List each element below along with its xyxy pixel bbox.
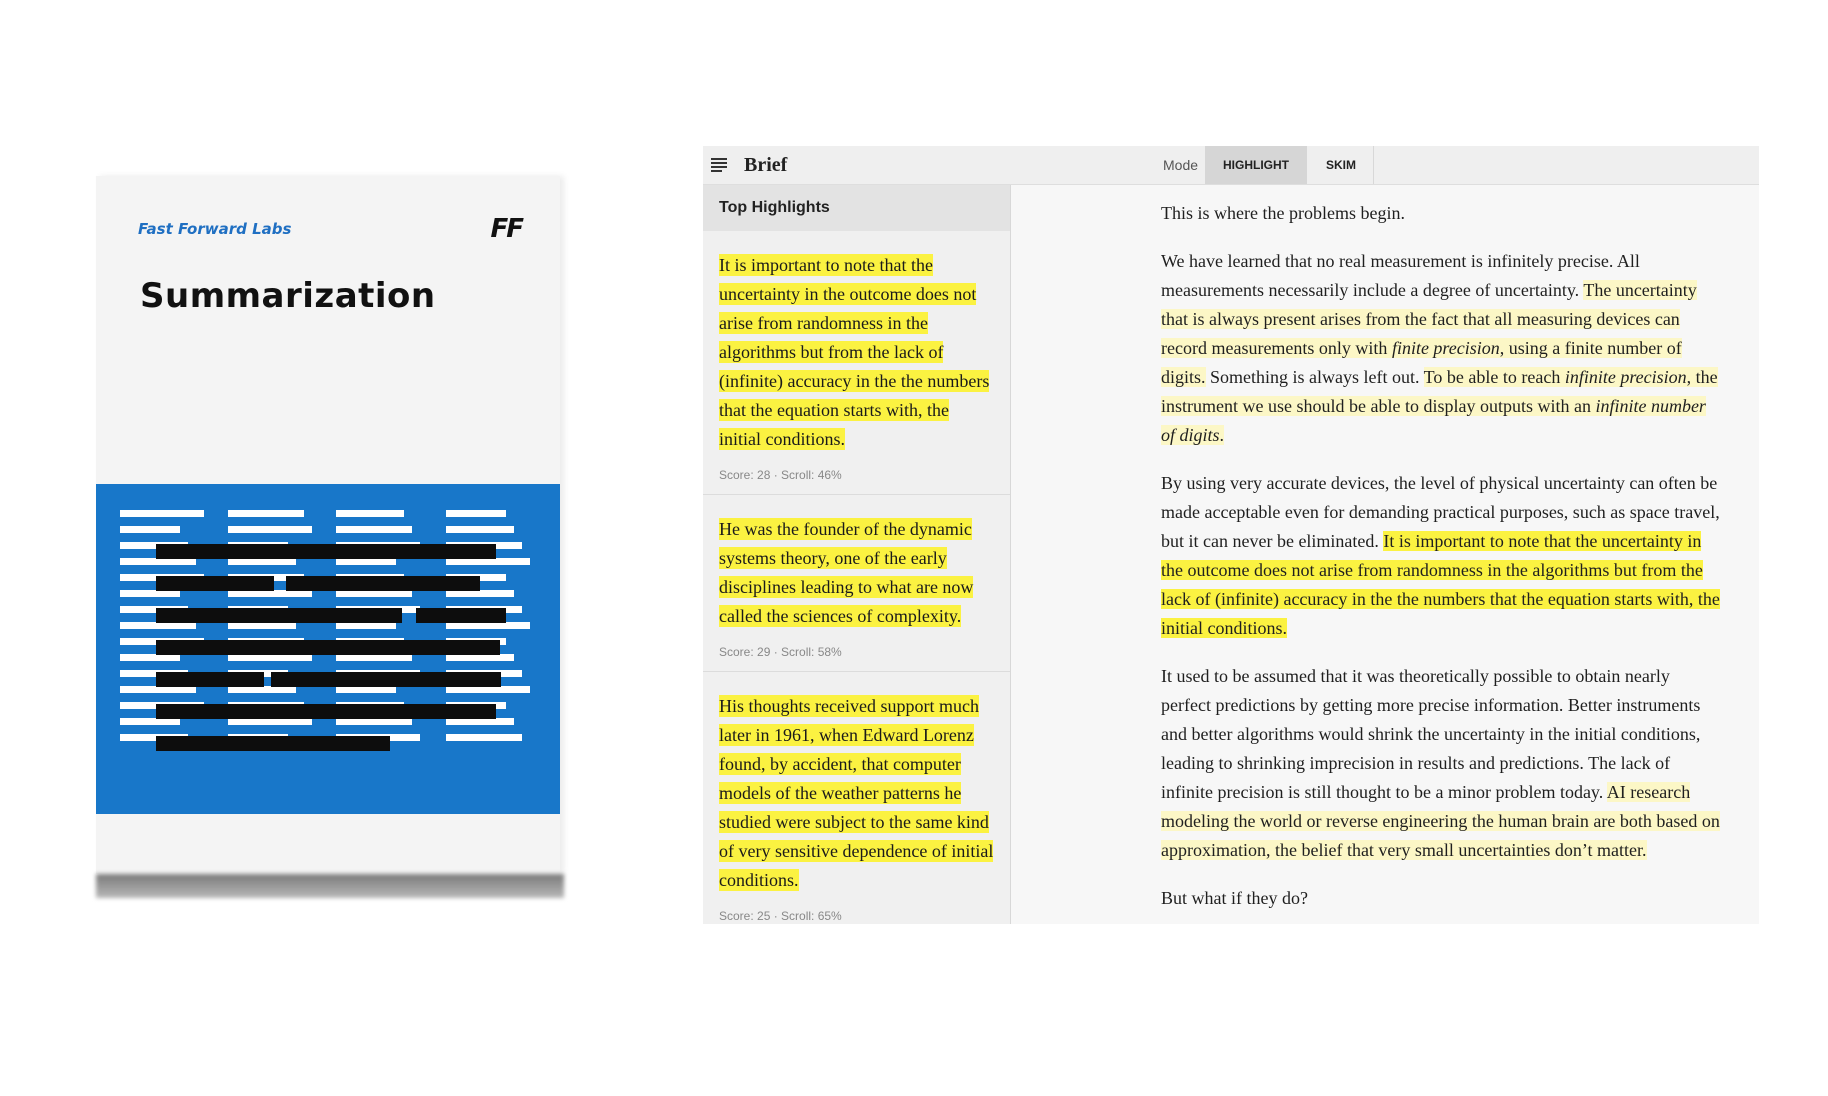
highlight-card[interactable]: He was the founder of the dynamic system… bbox=[703, 495, 1010, 672]
cover-stripe bbox=[228, 558, 296, 565]
cover-stripe bbox=[228, 510, 304, 517]
paragraph: But what if they do? bbox=[1161, 888, 1308, 908]
highlight-meta: Score: 25 · Scroll: 65% bbox=[719, 909, 842, 923]
book-title: Summarization bbox=[140, 276, 436, 316]
cover-stripe bbox=[228, 686, 296, 693]
cover-stripe bbox=[446, 686, 530, 693]
cover-stripe bbox=[336, 526, 412, 533]
cover-stripe bbox=[446, 734, 522, 741]
reader-pane: This is where the problems begin. We hav… bbox=[1011, 185, 1759, 924]
cover-stripe bbox=[228, 622, 296, 629]
cover-stripe bbox=[446, 526, 514, 533]
highlight-text: He was the founder of the dynamic system… bbox=[719, 518, 974, 627]
cover-redaction-bar bbox=[271, 672, 501, 687]
app-title: Brief bbox=[744, 154, 788, 176]
top-bar: Brief Mode HIGHLIGHT SKIM bbox=[703, 146, 1759, 185]
cover-stripe bbox=[446, 654, 514, 661]
cover-redaction-bar bbox=[156, 704, 496, 719]
mode-label: Mode bbox=[1163, 157, 1199, 173]
cover-stripe bbox=[336, 590, 412, 597]
cover-stripe bbox=[336, 686, 396, 693]
highlight-meta: Score: 29 · Scroll: 58% bbox=[719, 645, 842, 659]
cover-stripe bbox=[336, 718, 412, 725]
cover-redaction-bar bbox=[156, 736, 390, 751]
paragraph: This is where the problems begin. bbox=[1161, 203, 1405, 223]
article-body: This is where the problems begin. We hav… bbox=[1161, 199, 1721, 924]
cover-stripe bbox=[446, 622, 530, 629]
book-cover: Fast Forward Labs FF Summarization bbox=[96, 176, 560, 874]
cover-illustration bbox=[96, 484, 560, 814]
skim-mode-button[interactable]: SKIM bbox=[1309, 146, 1374, 184]
cover-stripe bbox=[228, 526, 312, 533]
highlight-card[interactable]: It is important to note that the uncerta… bbox=[703, 231, 1010, 495]
cover-stripe bbox=[120, 558, 196, 565]
paragraph: By using very accurate devices, the leve… bbox=[1161, 473, 1720, 638]
brief-app-window: Brief Mode HIGHLIGHT SKIM Top Highlights… bbox=[703, 146, 1759, 924]
cover-stripe bbox=[120, 654, 180, 661]
cover-stripe bbox=[336, 558, 396, 565]
cover-stripe bbox=[336, 654, 412, 661]
highlight-card[interactable]: His thoughts received support much later… bbox=[703, 672, 1010, 924]
sidebar-header: Top Highlights bbox=[703, 185, 1010, 231]
menu-icon[interactable] bbox=[711, 158, 727, 172]
highlight-mode-button[interactable]: HIGHLIGHT bbox=[1205, 146, 1307, 184]
cover-redaction-bar bbox=[156, 544, 496, 559]
cover-stripe bbox=[336, 510, 404, 517]
cover-redaction-bar bbox=[156, 640, 500, 655]
cover-redaction-bar bbox=[286, 576, 480, 591]
cover-redaction-bar bbox=[156, 672, 264, 687]
cover-stripe bbox=[228, 718, 312, 725]
highlight-text: It is important to note that the uncerta… bbox=[719, 254, 990, 450]
book-brand: Fast Forward Labs bbox=[138, 220, 292, 238]
paragraph: It used to be assumed that it was theore… bbox=[1161, 666, 1720, 860]
highlight-text: His thoughts received support much later… bbox=[719, 695, 994, 891]
cover-stripe bbox=[446, 718, 514, 725]
cover-redaction-bar bbox=[156, 608, 402, 623]
book-shadow bbox=[96, 874, 564, 898]
cover-stripe bbox=[446, 510, 506, 517]
cover-stripe bbox=[120, 686, 196, 693]
ff-logo-icon: FF bbox=[490, 214, 524, 244]
cover-stripe bbox=[120, 510, 204, 517]
cover-redaction-bar bbox=[156, 576, 274, 591]
cover-stripe bbox=[120, 718, 180, 725]
cover-stripe bbox=[446, 590, 514, 597]
paragraph: We have learned that no real measurement… bbox=[1161, 251, 1718, 445]
cover-stripe bbox=[120, 526, 180, 533]
cover-redaction-bar bbox=[416, 608, 506, 623]
cover-stripe bbox=[120, 590, 180, 597]
cover-stripe bbox=[336, 622, 396, 629]
highlight-meta: Score: 28 · Scroll: 46% bbox=[719, 468, 842, 482]
highlights-sidebar: Top Highlights It is important to note t… bbox=[703, 185, 1011, 924]
cover-stripe bbox=[120, 622, 196, 629]
cover-stripe bbox=[228, 654, 312, 661]
cover-stripe bbox=[446, 558, 530, 565]
cover-stripe bbox=[228, 590, 312, 597]
